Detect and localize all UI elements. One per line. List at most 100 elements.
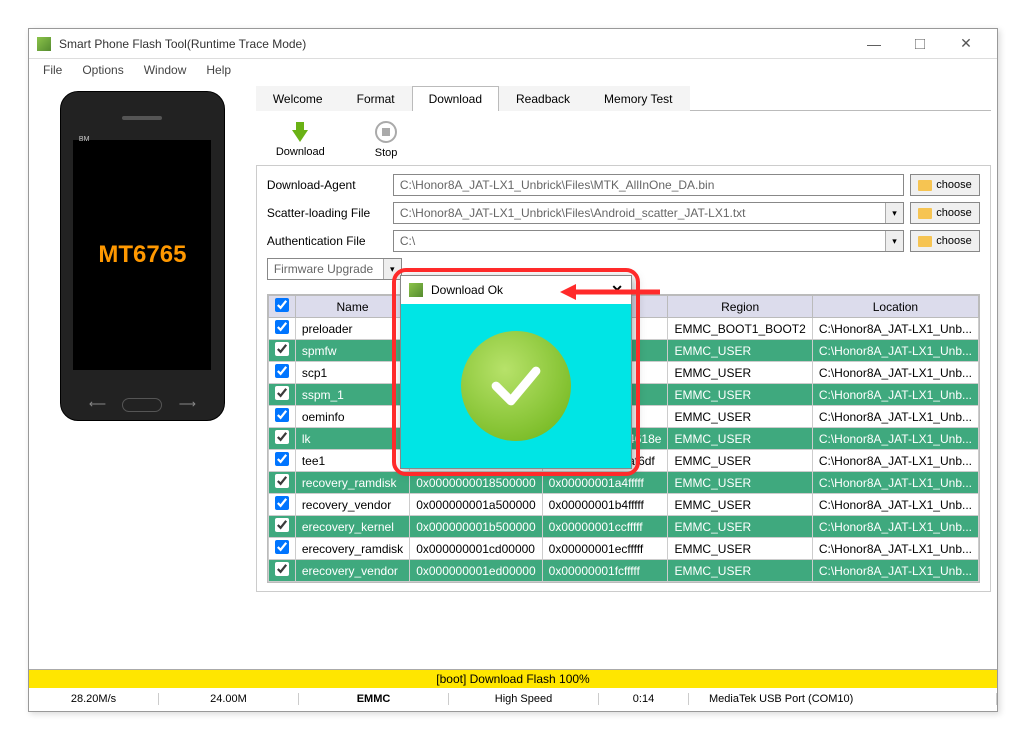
check-all[interactable] (275, 298, 289, 312)
scatter-label: Scatter-loading File (267, 206, 387, 220)
tab-bar: Welcome Format Download Readback Memory … (256, 85, 991, 111)
table-row[interactable]: recovery_vendor 0x000000001a500000 0x000… (268, 494, 978, 516)
cell-name: erecovery_vendor (295, 560, 409, 582)
app-icon (37, 37, 51, 51)
scatter-input[interactable] (393, 202, 904, 224)
da-label: Download-Agent (267, 178, 387, 192)
cell-name: recovery_ramdisk (295, 472, 409, 494)
row-checkbox[interactable] (275, 452, 289, 466)
chevron-down-icon[interactable]: ▾ (383, 259, 401, 279)
cell-location: C:\Honor8A_JAT-LX1_Unb... (812, 340, 978, 362)
cell-name: preloader (295, 318, 409, 340)
menu-window[interactable]: Window (134, 61, 197, 79)
tab-readback[interactable]: Readback (499, 86, 587, 111)
cell-location: C:\Honor8A_JAT-LX1_Unb... (812, 450, 978, 472)
annotation-arrow-icon (560, 282, 660, 307)
cell-region: EMMC_BOOT1_BOOT2 (668, 318, 812, 340)
menu-file[interactable]: File (33, 61, 72, 79)
cell-region: EMMC_USER (668, 450, 812, 472)
col-location[interactable]: Location (812, 296, 978, 318)
auth-choose-button[interactable]: choose (910, 230, 980, 252)
col-check[interactable] (268, 296, 295, 318)
cell-region: EMMC_USER (668, 362, 812, 384)
stop-button[interactable]: Stop (375, 121, 398, 159)
da-input[interactable] (393, 174, 904, 196)
window-title: Smart Phone Flash Tool(Runtime Trace Mod… (59, 37, 851, 51)
chipset-label: MT6765 (73, 140, 211, 370)
stop-icon (375, 121, 397, 143)
table-row[interactable]: erecovery_vendor 0x000000001ed00000 0x00… (268, 560, 978, 582)
da-choose-button[interactable]: choose (910, 174, 980, 196)
cell-region: EMMC_USER (668, 560, 812, 582)
minimize-button[interactable]: — (851, 30, 897, 58)
tab-welcome[interactable]: Welcome (256, 86, 340, 111)
dialog-body (401, 304, 631, 468)
cell-name: lk (295, 428, 409, 450)
cell-location: C:\Honor8A_JAT-LX1_Unb... (812, 516, 978, 538)
cell-location: C:\Honor8A_JAT-LX1_Unb... (812, 538, 978, 560)
folder-icon (918, 180, 932, 191)
chevron-down-icon[interactable]: ▾ (885, 231, 903, 251)
row-checkbox[interactable] (275, 408, 289, 422)
tab-memory-test[interactable]: Memory Test (587, 86, 689, 111)
col-name[interactable]: Name (295, 296, 409, 318)
download-button[interactable]: Download (276, 122, 325, 158)
cell-begin: 0x0000000018500000 (410, 472, 542, 494)
close-button[interactable]: ✕ (943, 30, 989, 58)
status-time: 0:14 (599, 693, 689, 705)
row-checkbox[interactable] (275, 496, 289, 510)
menu-help[interactable]: Help (196, 61, 241, 79)
cell-name: scp1 (295, 362, 409, 384)
recent-icon: ⟶ (179, 397, 196, 411)
cell-region: EMMC_USER (668, 428, 812, 450)
table-row[interactable]: erecovery_kernel 0x000000001b500000 0x00… (268, 516, 978, 538)
cell-location: C:\Honor8A_JAT-LX1_Unb... (812, 384, 978, 406)
maximize-button[interactable] (897, 30, 943, 58)
phone-preview-panel: BM MT6765 ⟵ ⟶ (29, 81, 256, 669)
cell-name: spmfw (295, 340, 409, 362)
row-checkbox[interactable] (275, 430, 289, 444)
phone-brand: BM (79, 136, 90, 143)
cell-location: C:\Honor8A_JAT-LX1_Unb... (812, 318, 978, 340)
cell-begin: 0x000000001cd00000 (410, 538, 542, 560)
phone-mockup: BM MT6765 ⟵ ⟶ (60, 91, 225, 421)
table-row[interactable]: recovery_ramdisk 0x0000000018500000 0x00… (268, 472, 978, 494)
cell-begin: 0x000000001a500000 (410, 494, 542, 516)
row-checkbox[interactable] (275, 474, 289, 488)
mode-select[interactable] (267, 258, 402, 280)
cell-region: EMMC_USER (668, 340, 812, 362)
auth-input[interactable] (393, 230, 904, 252)
scatter-choose-button[interactable]: choose (910, 202, 980, 224)
cell-name: recovery_vendor (295, 494, 409, 516)
tab-download[interactable]: Download (412, 86, 499, 111)
auth-label: Authentication File (267, 234, 387, 248)
chevron-down-icon[interactable]: ▾ (885, 203, 903, 223)
folder-icon (918, 208, 932, 219)
menu-options[interactable]: Options (72, 61, 133, 79)
cell-name: sspm_1 (295, 384, 409, 406)
titlebar[interactable]: Smart Phone Flash Tool(Runtime Trace Mod… (29, 29, 997, 59)
row-checkbox[interactable] (275, 364, 289, 378)
status-speed: 28.20M/s (29, 693, 159, 705)
row-checkbox[interactable] (275, 342, 289, 356)
cell-end: 0x00000001ecfffff (542, 538, 668, 560)
col-region[interactable]: Region (668, 296, 812, 318)
progress-bar: [boot] Download Flash 100% (29, 670, 997, 688)
row-checkbox[interactable] (275, 320, 289, 334)
row-checkbox[interactable] (275, 540, 289, 554)
home-button-icon (122, 398, 162, 412)
cell-name: erecovery_ramdisk (295, 538, 409, 560)
download-arrow-icon (292, 130, 308, 142)
cell-region: EMMC_USER (668, 516, 812, 538)
table-row[interactable]: erecovery_ramdisk 0x000000001cd00000 0x0… (268, 538, 978, 560)
cell-begin: 0x000000001b500000 (410, 516, 542, 538)
row-checkbox[interactable] (275, 562, 289, 576)
cell-region: EMMC_USER (668, 406, 812, 428)
cell-region: EMMC_USER (668, 384, 812, 406)
row-checkbox[interactable] (275, 386, 289, 400)
cell-begin: 0x000000001ed00000 (410, 560, 542, 582)
success-check-icon (461, 331, 571, 441)
app-icon (409, 283, 423, 297)
row-checkbox[interactable] (275, 518, 289, 532)
tab-format[interactable]: Format (340, 86, 412, 111)
